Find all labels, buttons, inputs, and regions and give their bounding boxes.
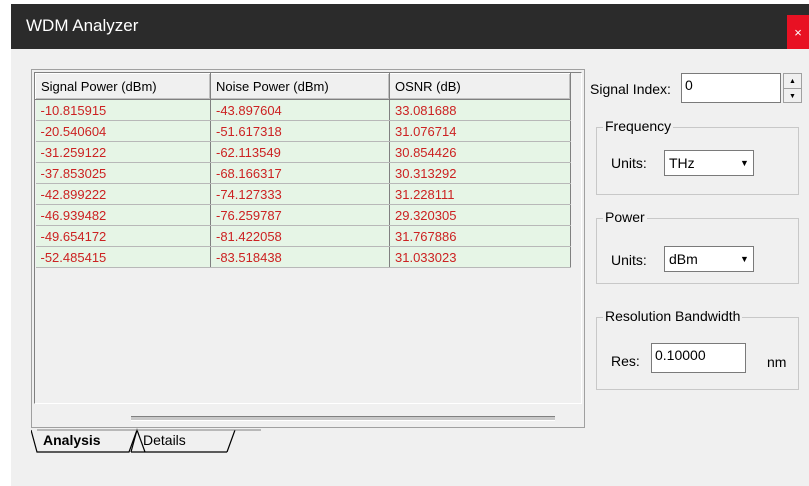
- tab-details[interactable]: Details: [139, 428, 223, 452]
- osnr-cell[interactable]: 31.076714: [389, 120, 571, 142]
- close-button[interactable]: ×: [787, 15, 809, 49]
- res-label: Res:: [611, 353, 640, 369]
- signal-power-cell[interactable]: -46.939482: [35, 204, 211, 226]
- signal-power-cell[interactable]: -31.259122: [35, 141, 211, 163]
- res-value: 0.10000: [655, 347, 706, 363]
- res-input[interactable]: 0.10000: [651, 343, 746, 373]
- power-units-value: dBm: [669, 251, 698, 267]
- header-noise-power[interactable]: Noise Power (dBm): [210, 73, 390, 100]
- osnr-cell[interactable]: 30.313292: [389, 162, 571, 184]
- osnr-cell[interactable]: 29.320305: [389, 204, 571, 226]
- noise-power-cell[interactable]: -76.259787: [210, 204, 390, 226]
- power-units-label: Units:: [611, 252, 647, 268]
- power-units-select[interactable]: dBm ▼: [664, 246, 754, 272]
- signal-power-cell[interactable]: -20.540604: [35, 120, 211, 142]
- spin-up-icon[interactable]: ▲: [784, 74, 801, 89]
- noise-power-cell[interactable]: -74.127333: [210, 183, 390, 205]
- osnr-cell[interactable]: 33.081688: [389, 99, 571, 121]
- frequency-group-title: Frequency: [603, 118, 674, 134]
- header-osnr[interactable]: OSNR (dB): [389, 73, 571, 100]
- resolution-group-title: Resolution Bandwidth: [603, 308, 743, 324]
- noise-power-cell[interactable]: -68.166317: [210, 162, 390, 184]
- frequency-units-value: THz: [669, 155, 695, 171]
- noise-power-cell[interactable]: -62.113549: [210, 141, 390, 163]
- table-row[interactable]: -42.899222 -74.127333 31.228111: [35, 183, 571, 205]
- noise-power-cell[interactable]: -51.617318: [210, 120, 390, 142]
- power-group-title: Power: [603, 209, 647, 225]
- chevron-down-icon: ▼: [740, 254, 749, 264]
- table-row[interactable]: -52.485415 -83.518438 31.033023: [35, 246, 571, 268]
- osnr-cell[interactable]: 31.228111: [389, 183, 571, 205]
- res-unit-label: nm: [767, 354, 787, 370]
- tab-strip: Analysis Details: [31, 428, 261, 454]
- table-header-row: Signal Power (dBm) Noise Power (dBm) OSN…: [35, 73, 571, 100]
- signal-index-input[interactable]: 0: [681, 73, 781, 103]
- signal-power-cell[interactable]: -37.853025: [35, 162, 211, 184]
- signal-power-cell[interactable]: -10.815915: [35, 99, 211, 121]
- noise-power-cell[interactable]: -83.518438: [210, 246, 390, 268]
- table-row[interactable]: -31.259122 -62.113549 30.854426: [35, 141, 571, 163]
- osnr-cell[interactable]: 31.767886: [389, 225, 571, 247]
- results-table: Signal Power (dBm) Noise Power (dBm) OSN…: [35, 73, 571, 268]
- results-grid[interactable]: Signal Power (dBm) Noise Power (dBm) OSN…: [34, 72, 582, 421]
- signal-power-cell[interactable]: -49.654172: [35, 225, 211, 247]
- osnr-cell[interactable]: 30.854426: [389, 141, 571, 163]
- chevron-down-icon: ▼: [740, 158, 749, 168]
- signal-index-value: 0: [685, 77, 693, 93]
- osnr-cell[interactable]: 31.033023: [389, 246, 571, 268]
- header-signal-power[interactable]: Signal Power (dBm): [35, 73, 211, 100]
- horizontal-scrollbar[interactable]: [131, 416, 555, 421]
- wdm-analyzer-window: WDM Analyzer × Signal Power (dBm) Noise …: [11, 4, 809, 486]
- table-row[interactable]: -10.815915 -43.897604 33.081688: [35, 99, 571, 121]
- noise-power-cell[interactable]: -81.422058: [210, 225, 390, 247]
- signal-index-label: Signal Index:: [590, 81, 671, 97]
- window-title: WDM Analyzer: [26, 16, 139, 35]
- frequency-units-select[interactable]: THz ▼: [664, 150, 754, 176]
- signal-power-cell[interactable]: -52.485415: [35, 246, 211, 268]
- table-row[interactable]: -49.654172 -81.422058 31.767886: [35, 225, 571, 247]
- table-row[interactable]: -37.853025 -68.166317 30.313292: [35, 162, 571, 184]
- close-icon: ×: [794, 24, 802, 40]
- signal-index-spinner[interactable]: ▲ ▼: [783, 73, 802, 103]
- noise-power-cell[interactable]: -43.897604: [210, 99, 390, 121]
- frequency-units-label: Units:: [611, 155, 647, 171]
- tab-analysis[interactable]: Analysis: [37, 428, 135, 452]
- spin-down-icon[interactable]: ▼: [784, 89, 801, 103]
- table-row[interactable]: -46.939482 -76.259787 29.320305: [35, 204, 571, 226]
- table-row[interactable]: -20.540604 -51.617318 31.076714: [35, 120, 571, 142]
- signal-power-cell[interactable]: -42.899222: [35, 183, 211, 205]
- analysis-panel: Signal Power (dBm) Noise Power (dBm) OSN…: [31, 69, 585, 428]
- title-bar[interactable]: WDM Analyzer ×: [11, 4, 809, 49]
